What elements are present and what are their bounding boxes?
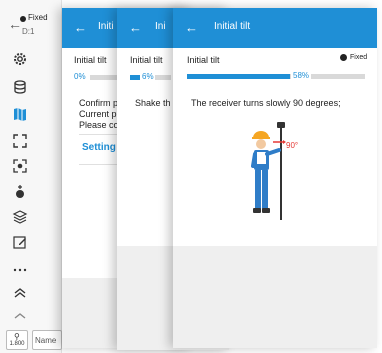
- card-3-fix-status: Fixed: [350, 54, 368, 61]
- antenna-height-value: 1.800: [9, 341, 25, 347]
- fix-status-dot-icon: [340, 54, 347, 61]
- fix-status-text: Fixed: [28, 13, 48, 22]
- card-2-message: Shake th: [135, 98, 171, 108]
- card-3-section-label: Initial tilt: [187, 55, 220, 65]
- antenna-height-field[interactable]: ⚲ 1.800: [6, 330, 28, 350]
- surveyor-illustration: 90°: [251, 122, 298, 220]
- back-arrow-icon[interactable]: ←: [185, 20, 198, 35]
- locate-icon[interactable]: [12, 158, 28, 174]
- more-icon[interactable]: [12, 262, 28, 278]
- double-chevron-up-icon[interactable]: [12, 285, 28, 301]
- layers-icon[interactable]: [12, 209, 28, 225]
- card-3-header: ← Initial tilt: [173, 8, 377, 48]
- card-1-progress-percent: 0%: [74, 72, 86, 81]
- initial-tilt-card-3: ← Initial tilt Initial tilt Fixed 58% Th…: [173, 8, 377, 348]
- card-2-progress-track: [155, 75, 171, 80]
- card-1-line-1: Confirm p: [79, 98, 119, 108]
- edit-icon[interactable]: [12, 234, 28, 250]
- card-2-progress-percent: 6%: [142, 72, 154, 81]
- sidebar: ← Fixed D:1 ⚲ 1.800 Name: [0, 0, 62, 353]
- card-2-progress-bar: [130, 75, 140, 80]
- rotation-angle-label: 90°: [286, 141, 298, 150]
- receiver-icon[interactable]: [12, 184, 28, 200]
- point-name-field[interactable]: Name: [32, 330, 62, 350]
- antenna-height-row: ⚲ 1.800 Name: [6, 330, 62, 350]
- card-1-title: Initi: [98, 21, 114, 32]
- settings-link[interactable]: Setting: [82, 142, 116, 153]
- card-1-section-label: Initial tilt: [74, 55, 107, 65]
- back-arrow-icon[interactable]: ←: [129, 20, 142, 35]
- map-icon[interactable]: [12, 106, 28, 122]
- sidebar-header: ← Fixed D:1: [0, 0, 62, 40]
- card-3-footer-area: [173, 246, 377, 348]
- antenna-icon: ⚲: [14, 332, 20, 341]
- card-1-line-2: Current p: [79, 109, 117, 119]
- card-3-title: Initial tilt: [214, 21, 251, 32]
- device-label: D:1: [22, 27, 35, 36]
- back-arrow-icon[interactable]: ←: [74, 20, 87, 35]
- card-1-line-3: Please co: [79, 120, 119, 130]
- card-2-title: Ini: [155, 21, 166, 32]
- card-2-section-label: Initial tilt: [130, 55, 163, 65]
- database-icon[interactable]: [12, 79, 28, 95]
- card-3-progress-percent: 58%: [291, 71, 312, 80]
- settings-gear-icon[interactable]: [12, 51, 28, 67]
- card-3-progress-bar: [187, 74, 365, 79]
- chevron-up-icon[interactable]: [12, 308, 28, 324]
- fix-status-dot-icon: [20, 16, 26, 22]
- card-3-progress-fill: [187, 74, 291, 79]
- card-3-message: The receiver turns slowly 90 degrees;: [191, 98, 341, 108]
- card-2-progress-fill: [130, 75, 140, 80]
- fullscreen-icon[interactable]: [12, 133, 28, 149]
